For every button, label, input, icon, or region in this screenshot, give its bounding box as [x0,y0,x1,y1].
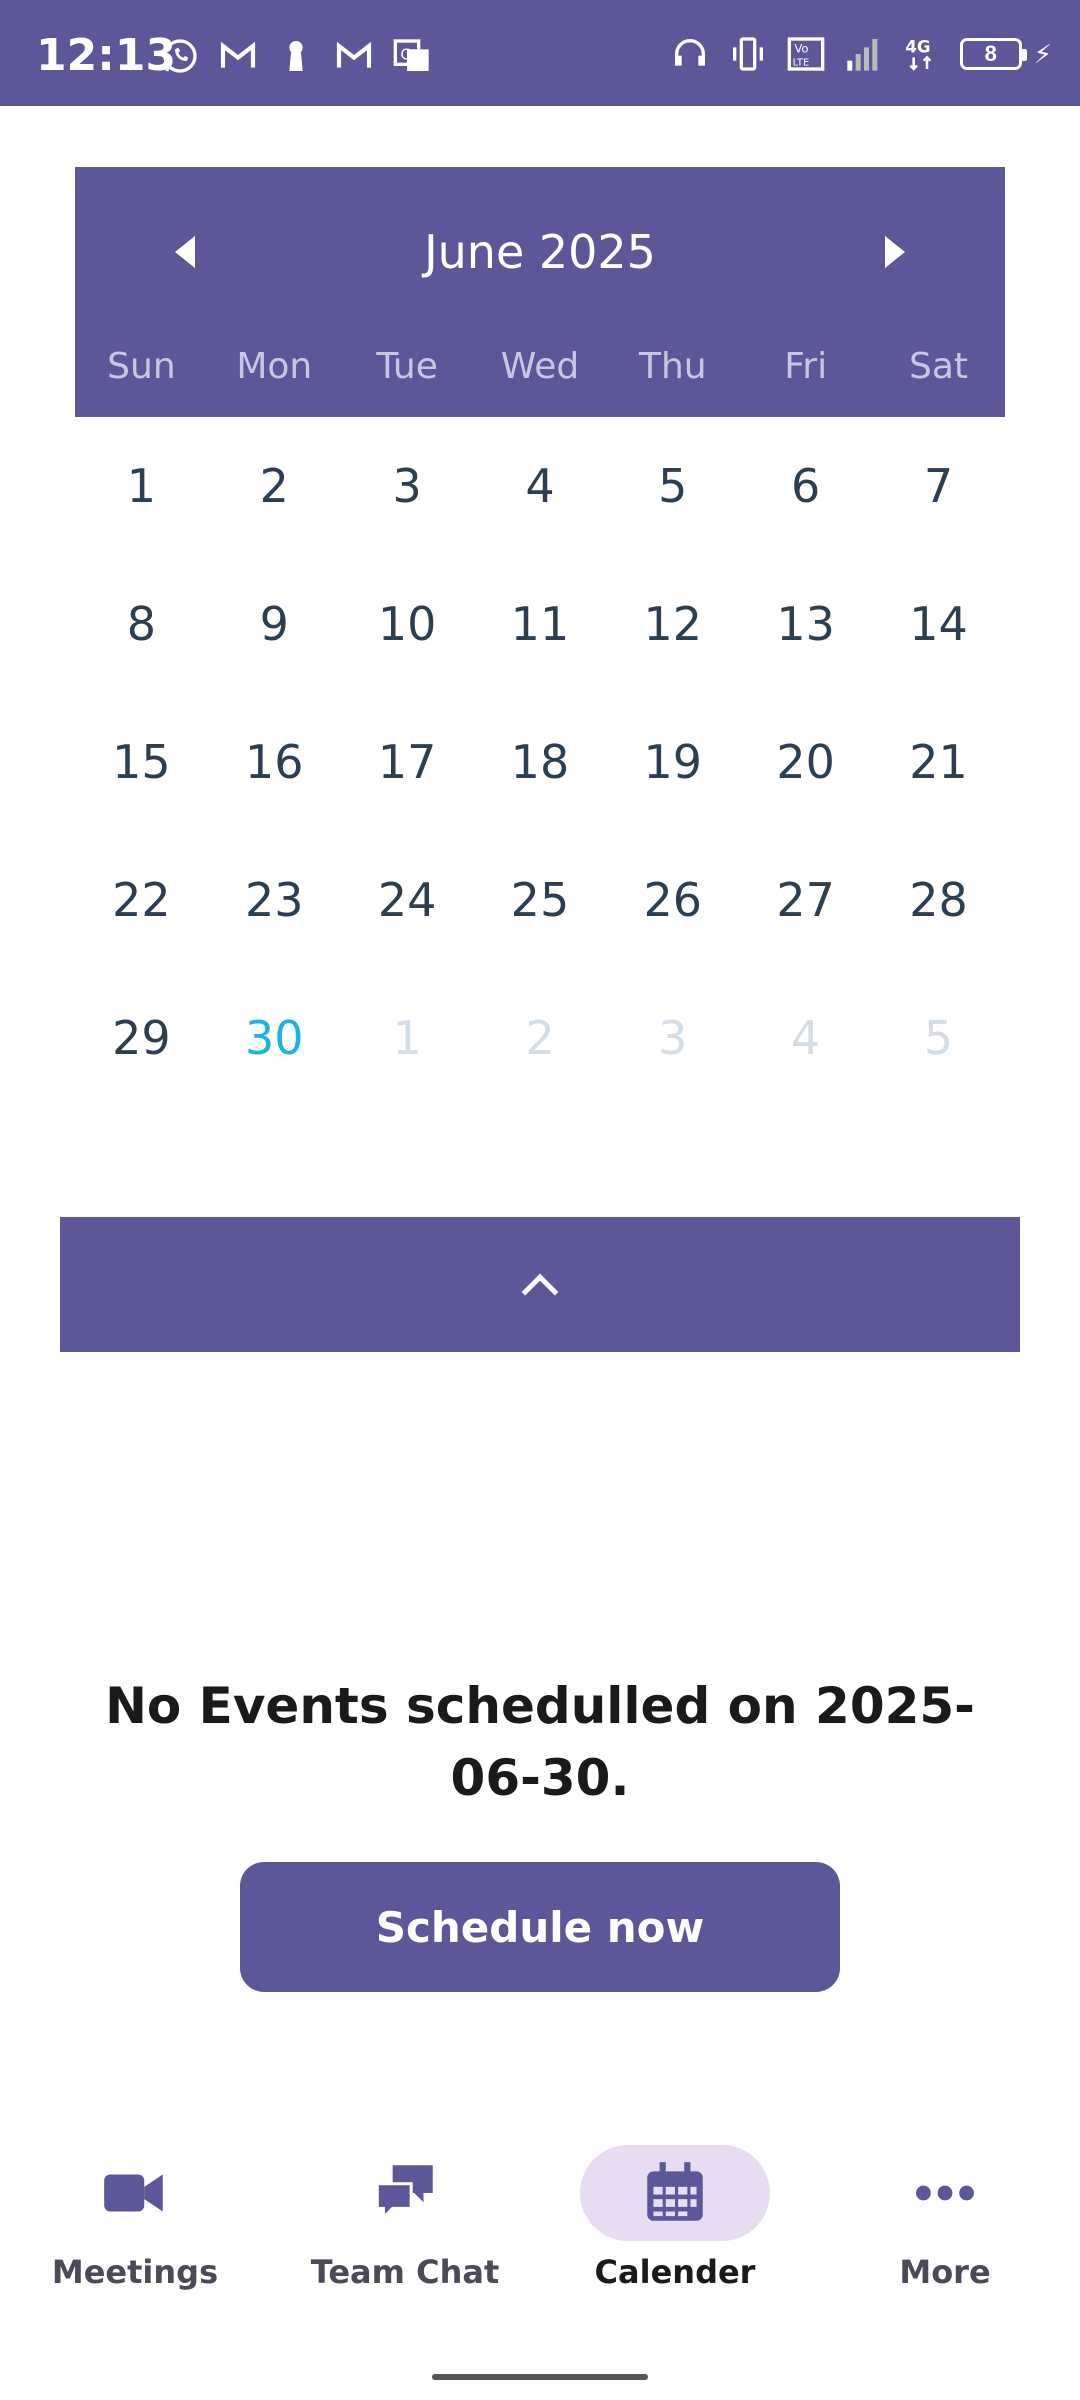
nav-label: Meetings [51,2253,219,2291]
calendar-day[interactable]: 15 [75,693,208,831]
calendar-week: 15 16 17 18 19 20 21 [75,693,1005,831]
calendar-day-next-month[interactable]: 3 [606,969,739,1107]
calendar-day[interactable]: 4 [474,417,607,555]
more-dots-icon [916,2185,974,2201]
calendar-day-next-month[interactable]: 5 [872,969,1005,1107]
calendar-day[interactable]: 6 [739,417,872,555]
svg-text:Vo: Vo [794,41,808,55]
volte-icon: Vo LTE [786,34,826,74]
calendar-day[interactable]: 10 [341,555,474,693]
whatsapp-icon [160,36,200,76]
chevron-up-icon [521,1273,559,1310]
calendar-day[interactable]: 21 [872,693,1005,831]
calendar-day-next-month[interactable]: 2 [474,969,607,1107]
translate-icon: G [392,36,432,76]
next-month-button[interactable] [835,167,955,337]
svg-text:LTE: LTE [792,58,809,69]
schedule-now-button[interactable]: Schedule now [240,1862,840,1992]
nav-label: Team Chat [310,2253,500,2291]
gmail-icon [218,36,258,76]
calendar-day[interactable]: 1 [75,417,208,555]
weekday-label: Fri [784,346,828,387]
calendar-day-next-month[interactable]: 1 [341,969,474,1107]
nav-item-meetings[interactable]: Meetings [0,2130,270,2330]
calendar-icon [647,2162,703,2221]
calendar-day[interactable]: 16 [208,693,341,831]
nav-item-team-chat[interactable]: Team Chat [270,2130,540,2330]
calendar-day[interactable]: 13 [739,555,872,693]
video-camera-icon [104,2174,163,2212]
signal-icon [844,34,884,74]
weekday-label: Mon [236,346,313,387]
nav-icon-container [580,2145,770,2241]
status-bar: 12:13 G Vo LTE 4G 8 ⚡ [0,0,1080,106]
calendar-day[interactable]: 26 [606,831,739,969]
vibrate-icon [728,34,768,74]
calendar-day[interactable]: 7 [872,417,1005,555]
bottom-navigation: Meetings Team Chat Calender More [0,2130,1080,2330]
weekday-label: Sat [908,346,968,387]
calendar-day[interactable]: 20 [739,693,872,831]
svg-text:G: G [400,45,412,63]
calendar-day[interactable]: 8 [75,555,208,693]
arrow-left-icon [175,236,195,268]
calendar-day-next-month[interactable]: 4 [739,969,872,1107]
calendar-day[interactable]: 12 [606,555,739,693]
calendar-day[interactable]: 17 [341,693,474,831]
charging-icon: ⚡ [1033,38,1052,69]
arrow-right-icon [885,236,905,268]
system-icons: Vo LTE 4G 8 ⚡ [670,34,1052,74]
previous-month-button[interactable] [125,167,245,337]
calendar-day[interactable]: 23 [208,831,341,969]
svg-text:4G: 4G [905,37,930,56]
chat-bubbles-icon [375,2165,433,2222]
weekday-row: Sun Mon Tue Wed Thu Fri Sat [75,332,1005,402]
calendar-week: 8 9 10 11 12 13 14 [75,555,1005,693]
calendar-grid: 1 2 3 4 5 6 7 8 9 10 11 12 13 14 15 16 1… [75,417,1005,1107]
calendar-week: 22 23 24 25 26 27 28 [75,831,1005,969]
calendar-week: 29 30 1 2 3 4 5 [75,969,1005,1107]
nav-label: Calender [594,2253,756,2291]
weekday-label: Sun [107,346,176,387]
calendar-day[interactable]: 14 [872,555,1005,693]
headset-icon [670,34,710,74]
collapse-calendar-button[interactable] [60,1217,1020,1352]
nav-icon-container [850,2145,1040,2241]
no-events-message: No Events schedulled on 2025-06-30. [105,1677,975,1807]
calendar-day[interactable]: 18 [474,693,607,831]
nav-item-calender[interactable]: Calender [540,2130,810,2330]
calendar-day[interactable]: 29 [75,969,208,1107]
calendar-day[interactable]: 3 [341,417,474,555]
nav-label: More [899,2253,991,2291]
status-time: 12:13 [36,30,177,81]
notification-icons: G [160,36,432,76]
nav-icon-container [40,2145,230,2241]
weekday-label: Wed [500,346,580,387]
calendar-day[interactable]: 5 [606,417,739,555]
calendar-week: 1 2 3 4 5 6 7 [75,417,1005,555]
gmail-icon [334,36,374,76]
calendar-day[interactable]: 24 [341,831,474,969]
keyhole-icon [276,36,316,76]
4g-icon: 4G [902,34,942,74]
calendar-day[interactable]: 19 [606,693,739,831]
calendar-day[interactable]: 2 [208,417,341,555]
calendar-day-selected[interactable]: 30 [208,969,341,1107]
weekday-label: Tue [376,346,438,387]
home-indicator[interactable] [432,2374,648,2380]
calendar-day[interactable]: 28 [872,831,1005,969]
calendar-day[interactable]: 25 [474,831,607,969]
calendar-day[interactable]: 27 [739,831,872,969]
battery-icon: 8 [959,38,1027,70]
calendar-day[interactable]: 22 [75,831,208,969]
weekday-label: Thu [638,346,707,387]
calendar-day[interactable]: 11 [474,555,607,693]
nav-icon-container [310,2145,500,2241]
calendar-header: June 2025 Sun Mon Tue Wed Thu Fri Sat [75,167,1005,417]
calendar-day[interactable]: 9 [208,555,341,693]
nav-item-more[interactable]: More [810,2130,1080,2330]
